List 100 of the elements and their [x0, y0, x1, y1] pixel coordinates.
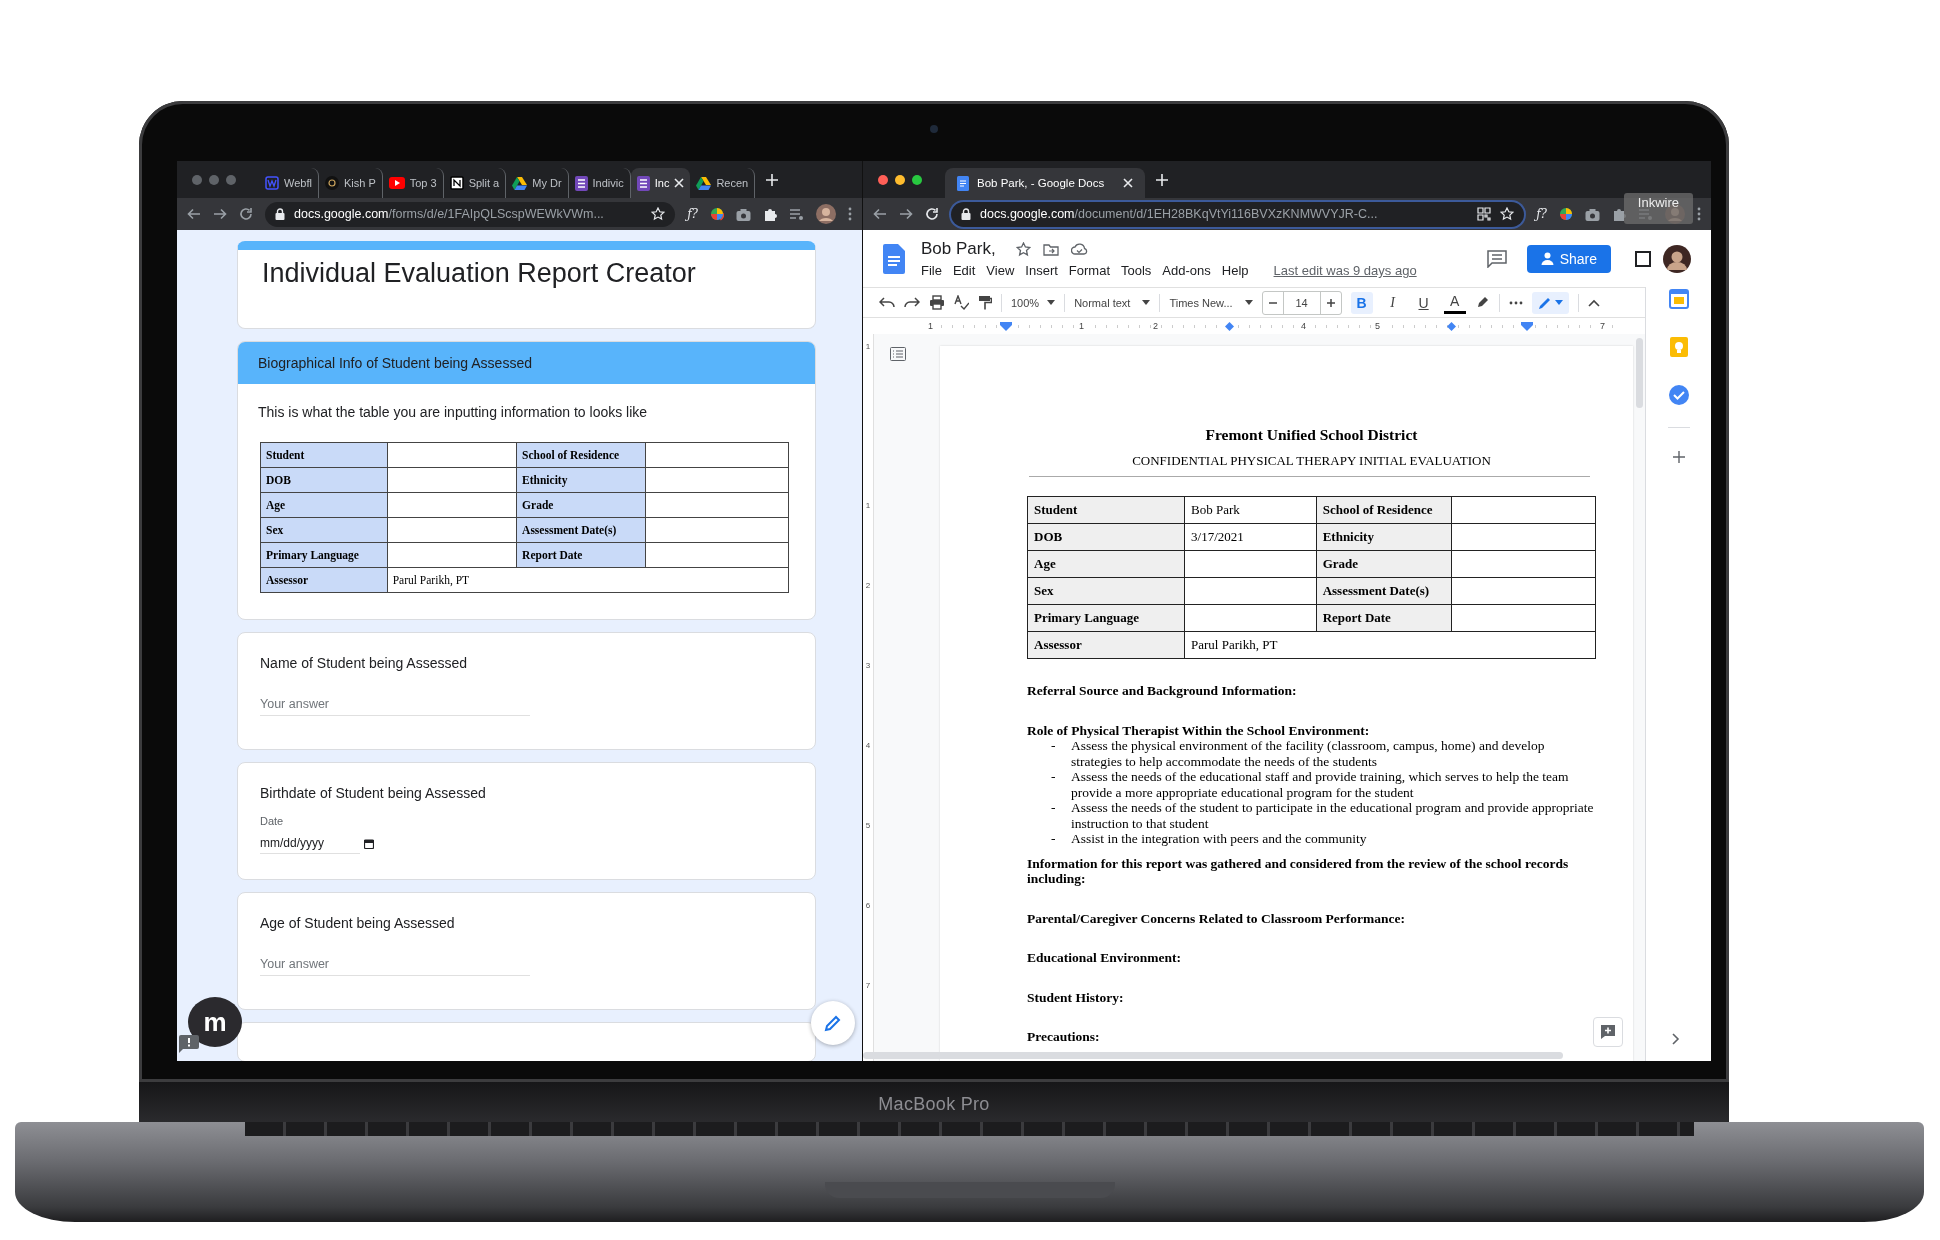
menu-item[interactable]: Tools	[1121, 263, 1152, 278]
share-button[interactable]: Share	[1526, 244, 1611, 273]
format-button[interactable]: I	[1381, 291, 1404, 314]
feedback-icon[interactable]	[179, 1035, 199, 1053]
new-tab-icon[interactable]	[765, 172, 780, 187]
format-button[interactable]: B	[1350, 291, 1373, 314]
folder-icon[interactable]	[1042, 242, 1059, 256]
spellcheck-icon[interactable]	[954, 295, 969, 310]
zoom-dropdown[interactable]: 100%	[1011, 296, 1056, 309]
undo-icon[interactable]	[879, 296, 895, 309]
ruler-number: 7	[1597, 321, 1607, 331]
ruler-number: 1	[864, 501, 872, 512]
present-icon[interactable]	[1635, 250, 1651, 267]
redo-icon[interactable]	[904, 296, 920, 309]
avatar-icon[interactable]	[816, 204, 836, 224]
last-edit-link[interactable]: Last edit was 9 days ago	[1273, 263, 1417, 278]
window-controls-icon[interactable]	[877, 173, 923, 186]
extension-button[interactable]: ƒ?	[687, 207, 698, 221]
print-icon[interactable]	[929, 295, 945, 310]
more-icon[interactable]	[1697, 207, 1701, 221]
table-cell: Assessor	[260, 567, 388, 593]
forward-icon[interactable]	[899, 207, 913, 221]
calendar-icon[interactable]	[364, 838, 374, 849]
ruler-number: 5	[864, 821, 872, 832]
star-icon[interactable]	[1015, 241, 1031, 257]
menu-item[interactable]: View	[986, 263, 1015, 278]
format-button[interactable]: U	[1412, 291, 1435, 314]
outline-icon[interactable]	[890, 347, 906, 361]
cloud-icon[interactable]	[1070, 243, 1088, 255]
scrollbar-thumb[interactable]	[863, 1052, 1563, 1059]
camera-icon[interactable]	[1585, 207, 1600, 221]
close-icon[interactable]	[674, 178, 685, 188]
back-icon[interactable]	[187, 207, 201, 221]
browser-tab[interactable]: Bob Park, - Google Docs	[945, 168, 1145, 198]
menu-item[interactable]: Insert	[1025, 263, 1058, 278]
back-icon[interactable]	[873, 207, 887, 221]
tab-stop-marker[interactable]	[1446, 321, 1456, 331]
more-icon[interactable]	[848, 207, 852, 221]
style-dropdown[interactable]: Normal text	[1074, 296, 1151, 309]
tab-stop-marker[interactable]	[1225, 321, 1234, 331]
document-subheading: CONFIDENTIAL PHYSICAL THERAPY INITIAL EVALUATION	[1131, 453, 1492, 469]
puzzle-icon[interactable]	[1612, 207, 1626, 221]
table-cell: Parul Parikh, PT	[1184, 631, 1596, 659]
bullet-marker: -	[1051, 769, 1057, 786]
laptop-label: MacBook Pro	[878, 1093, 990, 1115]
table-cell: DOB	[260, 467, 388, 493]
browser-tab[interactable]: Inc	[630, 168, 691, 198]
format-button[interactable]: A	[1443, 291, 1466, 314]
section-heading: Information for this report was gathered and considered from the review of the school records including:	[1027, 855, 1570, 887]
color-wheel-icon[interactable]	[710, 207, 724, 221]
ruler-number: 1	[926, 321, 935, 331]
table-cell: Sex	[1027, 577, 1185, 605]
close-icon[interactable]	[1123, 178, 1133, 188]
plus-icon[interactable]	[1671, 450, 1686, 464]
collapse-icon[interactable]	[1587, 298, 1600, 307]
form-icon	[636, 175, 650, 191]
person-icon	[1540, 251, 1554, 266]
editing-mode-button[interactable]	[1531, 291, 1569, 314]
menu-item[interactable]: Format	[1068, 263, 1110, 278]
menu-item[interactable]: File	[921, 263, 942, 278]
puzzle-icon[interactable]	[763, 207, 777, 221]
menu-item[interactable]: Edit	[952, 263, 976, 278]
document-icon[interactable]	[883, 243, 905, 274]
new-tab-icon[interactable]	[1155, 172, 1169, 187]
color-wheel-icon[interactable]	[1559, 207, 1573, 221]
caret-icon	[1047, 300, 1056, 305]
answer-field[interactable]: Your answer	[260, 953, 530, 976]
comment-icon[interactable]	[1486, 249, 1507, 268]
document-title[interactable]: Bob Park,	[921, 239, 996, 259]
bullet-marker: -	[1051, 831, 1057, 847]
ruler-number: 1	[1077, 321, 1086, 331]
avatar-icon[interactable]	[1663, 244, 1691, 273]
form-title: Individual Evaluation Report Creator	[262, 258, 697, 289]
answer-field[interactable]: Your answer	[260, 693, 530, 716]
document-heading: Fremont Unified School District	[1204, 426, 1419, 444]
date-field[interactable]: mm/dd/yyyy	[260, 833, 360, 854]
extension-button[interactable]: ƒ?	[1536, 207, 1547, 221]
table-cell: Grade	[1316, 550, 1452, 578]
add-comment-button[interactable]	[1593, 1017, 1623, 1047]
media-list-icon[interactable]	[789, 207, 804, 221]
indent-marker[interactable]	[1520, 321, 1533, 331]
paint-format-icon[interactable]	[978, 295, 992, 310]
more-icon[interactable]	[1508, 300, 1523, 305]
chevron-icon[interactable]	[1672, 1033, 1680, 1045]
reload-icon[interactable]	[239, 207, 253, 221]
indent-marker[interactable]	[1000, 321, 1012, 331]
scrollbar-thumb[interactable]	[1635, 338, 1643, 408]
camera-icon[interactable]	[736, 207, 751, 221]
logo-badge[interactable]: m	[188, 997, 242, 1047]
font-dropdown[interactable]: Times New...	[1169, 296, 1253, 309]
forward-icon[interactable]	[213, 207, 227, 221]
address-bar[interactable]: docs.google.com/document/d/1EH28BKqVtYi116BVXzKNMWVYJR-C...	[951, 201, 1525, 227]
qr-code-icon[interactable]	[1477, 207, 1492, 221]
tasks-icon[interactable]	[1668, 385, 1689, 405]
menu-item[interactable]: Add-ons	[1162, 263, 1211, 278]
ruler-number: 2	[864, 581, 872, 592]
address-bar[interactable]: docs.google.com/forms/d/e/1FAIpQLScspWEWkVWm...	[265, 201, 676, 227]
bullet-marker: -	[1051, 800, 1057, 817]
menu-item[interactable]: Help	[1221, 263, 1249, 278]
edit-button[interactable]	[811, 1001, 855, 1045]
